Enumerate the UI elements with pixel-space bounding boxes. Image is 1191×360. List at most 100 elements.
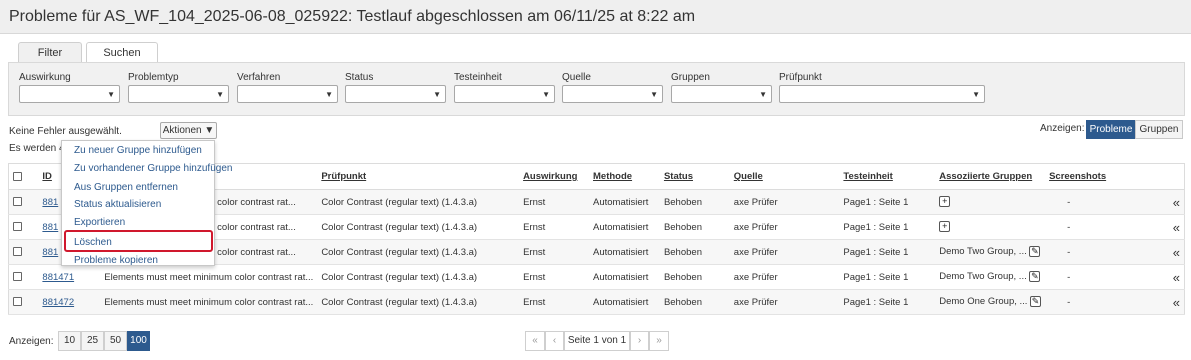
page-size-100[interactable]: 100 — [127, 331, 150, 351]
next-page-button[interactable]: › — [630, 331, 649, 351]
testeinheit-cell: Page1 : Seite 1 — [839, 214, 936, 240]
column-header-testeinheit[interactable]: Testeinheit — [839, 163, 936, 190]
page-indicator: Seite 1 von 1 — [564, 331, 630, 351]
screenshots-cell: - — [1045, 214, 1169, 240]
pruefpunkt-cell: Color Contrast (regular text) (1.4.3.a) — [317, 264, 520, 290]
group-names-text: Demo Two Group, ... — [939, 271, 1027, 283]
select-all-checkbox[interactable] — [13, 171, 22, 181]
chevron-down-icon: ▼ — [542, 90, 550, 99]
filter-gruppen-select[interactable]: ▼ — [671, 85, 772, 103]
filter-pruefpunkt-select[interactable]: ▼ — [779, 85, 985, 103]
edit-pencil-icon[interactable]: ✎ — [1030, 296, 1042, 308]
row-select-cell — [8, 214, 39, 240]
screenshots-cell: - — [1045, 239, 1169, 265]
gruppen-cell: Demo Two Group, ... ✎ — [935, 239, 1046, 265]
page-size-50[interactable]: 50 — [104, 331, 127, 351]
filter-verfahren: Verfahren ▼ — [237, 72, 338, 103]
filter-pruefpunkt: Prüfpunkt ▼ — [779, 72, 985, 103]
gruppen-cell: Demo Two Group, ... ✎ — [935, 264, 1046, 290]
column-header-auswirkung[interactable]: Auswirkung — [519, 163, 589, 190]
view-toggle-probleme[interactable]: Probleme — [1086, 120, 1136, 139]
row-checkbox[interactable] — [13, 297, 22, 307]
expand-icon[interactable]: « — [1173, 295, 1180, 310]
testeinheit-cell: Page1 : Seite 1 — [839, 264, 936, 290]
column-header-pruefpunkt[interactable]: Prüfpunkt — [317, 163, 520, 190]
filter-testeinheit-select[interactable]: ▼ — [454, 85, 555, 103]
methode-cell: Automatisiert — [589, 289, 660, 315]
last-page-button[interactable]: » — [649, 331, 669, 351]
edit-pencil-icon[interactable]: ✎ — [1029, 246, 1041, 258]
issue-id-link[interactable]: 881 — [42, 222, 58, 233]
filter-status-select[interactable]: ▼ — [345, 85, 446, 103]
column-header-screenshots[interactable]: Screenshots — [1045, 163, 1169, 190]
screenshots-cell: - — [1045, 289, 1169, 315]
filter-problemtyp-select[interactable]: ▼ — [128, 85, 229, 103]
page-size-10[interactable]: 10 — [58, 331, 81, 351]
testeinheit-cell: Page1 : Seite 1 — [839, 289, 936, 315]
testeinheit-cell: Page1 : Seite 1 — [839, 189, 936, 215]
methode-cell: Automatisiert — [589, 239, 660, 265]
filter-status: Status ▼ — [345, 72, 446, 103]
menu-item-add-new-group[interactable]: Zu neuer Gruppe hinzufügen — [74, 145, 202, 156]
filter-status-label: Status — [345, 72, 374, 83]
row-select-cell — [8, 239, 39, 265]
row-select-cell — [8, 189, 39, 215]
chevron-down-icon: ▼ — [204, 125, 215, 136]
row-checkbox[interactable] — [13, 222, 22, 232]
quelle-cell: axe Prüfer — [729, 239, 840, 265]
menu-item-delete[interactable]: Löschen — [74, 237, 112, 248]
filter-verfahren-select[interactable]: ▼ — [237, 85, 338, 103]
menu-item-export[interactable]: Exportieren — [74, 217, 125, 228]
row-checkbox[interactable] — [13, 272, 22, 282]
tab-filter[interactable]: Filter — [18, 42, 82, 65]
actions-button[interactable]: Aktionen ▼ — [160, 122, 217, 139]
menu-item-copy-issues[interactable]: Probleme kopieren — [74, 255, 158, 266]
menu-item-update-status[interactable]: Status aktualisieren — [74, 199, 161, 210]
chevron-down-icon: ▼ — [433, 90, 441, 99]
filter-pruefpunkt-label: Prüfpunkt — [779, 72, 822, 83]
status-cell: Behoben — [659, 239, 730, 265]
filter-verfahren-label: Verfahren — [237, 72, 281, 83]
filter-gruppen-label: Gruppen — [671, 72, 710, 83]
auswirkung-cell: Ernst — [519, 289, 589, 315]
add-group-icon[interactable]: + — [939, 221, 951, 233]
prev-page-button[interactable]: ‹ — [545, 331, 564, 351]
pruefpunkt-cell: Color Contrast (regular text) (1.4.3.a) — [317, 289, 520, 315]
status-cell: Behoben — [659, 214, 730, 240]
chevron-down-icon: ▼ — [759, 90, 767, 99]
pruefpunkt-cell: Color Contrast (regular text) (1.4.3.a) — [317, 214, 520, 240]
issue-id-link[interactable]: 881 — [42, 247, 58, 258]
column-header-gruppen[interactable]: Assoziierte Gruppen — [935, 163, 1046, 190]
issue-id-link[interactable]: 881 — [42, 197, 58, 208]
first-page-button[interactable]: « — [525, 331, 545, 351]
expand-icon[interactable]: « — [1173, 195, 1180, 210]
description-cell: Elements must meet minimum color contras… — [100, 264, 318, 290]
column-header-quelle[interactable]: Quelle — [729, 163, 840, 190]
testeinheit-cell: Page1 : Seite 1 — [839, 239, 936, 265]
issue-id-link[interactable]: 881472 — [42, 297, 74, 308]
expand-icon[interactable]: « — [1173, 270, 1180, 285]
edit-pencil-icon[interactable]: ✎ — [1029, 271, 1041, 283]
methode-cell: Automatisiert — [589, 189, 660, 215]
expand-icon[interactable]: « — [1173, 220, 1180, 235]
filter-auswirkung-select[interactable]: ▼ — [19, 85, 120, 103]
add-group-icon[interactable]: + — [939, 196, 951, 208]
menu-item-add-existing-group[interactable]: Zu vorhandener Gruppe hinzufügen — [74, 163, 232, 174]
column-header-methode[interactable]: Methode — [589, 163, 660, 190]
quelle-cell: axe Prüfer — [729, 289, 840, 315]
column-header-status[interactable]: Status — [659, 163, 730, 190]
row-checkbox[interactable] — [13, 197, 22, 207]
issue-id-link[interactable]: 881471 — [42, 272, 74, 283]
row-checkbox[interactable] — [13, 247, 22, 257]
page-size-25[interactable]: 25 — [81, 331, 104, 351]
menu-item-remove-from-groups[interactable]: Aus Gruppen entfernen — [74, 182, 178, 193]
filter-testeinheit: Testeinheit ▼ — [454, 72, 555, 103]
view-toggle-gruppen[interactable]: Gruppen — [1135, 120, 1183, 139]
expand-icon[interactable]: « — [1173, 245, 1180, 260]
select-all-header — [8, 163, 39, 190]
filter-quelle-select[interactable]: ▼ — [562, 85, 663, 103]
tab-suchen[interactable]: Suchen — [86, 42, 158, 64]
status-cell: Behoben — [659, 189, 730, 215]
auswirkung-cell: Ernst — [519, 189, 589, 215]
view-toggle-label: Anzeigen: — [1040, 123, 1085, 134]
